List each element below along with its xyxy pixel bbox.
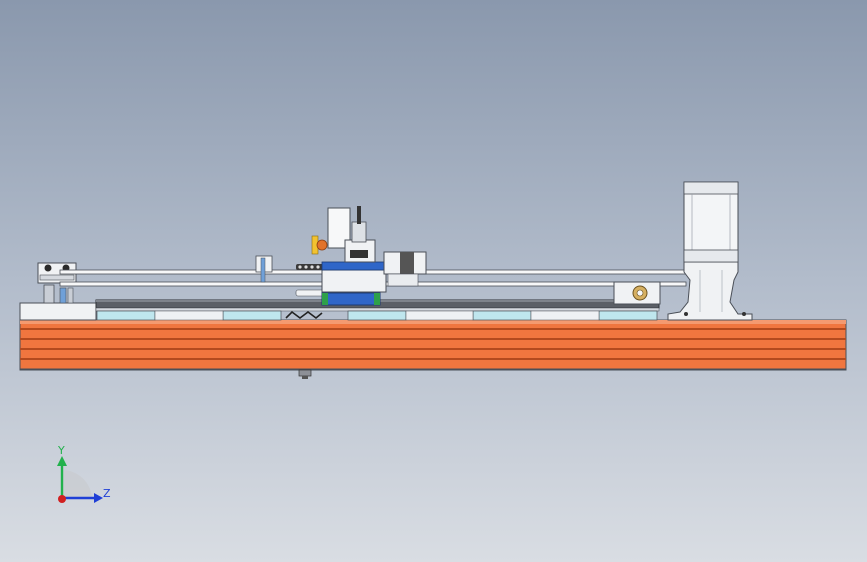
- y-axis-label: Y: [57, 444, 65, 457]
- z-axis-label: Z: [103, 487, 111, 500]
- cad-scene[interactable]: Y Z: [0, 0, 867, 562]
- aluminum-profile-base[interactable]: [19, 319, 847, 371]
- adjust-knob[interactable]: [311, 235, 328, 255]
- stepper-motor[interactable]: [683, 181, 739, 263]
- right-bearing-block[interactable]: [613, 281, 661, 305]
- belt-clamp-bracket[interactable]: [255, 255, 273, 283]
- graphics-viewport[interactable]: Y Z: [0, 0, 867, 562]
- carriage-assembly[interactable]: [321, 206, 427, 306]
- left-end-block[interactable]: [19, 284, 97, 321]
- rail-mount-blocks: [96, 310, 658, 321]
- orientation-triad[interactable]: Y Z: [57, 444, 111, 503]
- bottom-bolt: [298, 369, 312, 379]
- x-axis-dot: [58, 495, 66, 503]
